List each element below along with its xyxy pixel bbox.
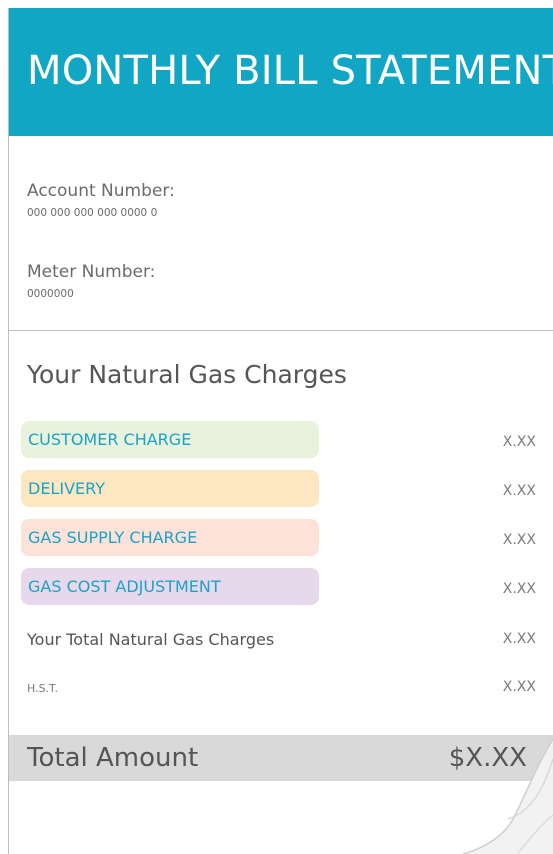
- meter-number-label: Meter Number:: [27, 262, 156, 282]
- account-number-label: Account Number:: [27, 181, 175, 201]
- charges-section-title: Your Natural Gas Charges: [27, 360, 347, 389]
- total-amount-bar: Total Amount $X.XX: [9, 735, 553, 781]
- bill-page: MONTHLY BILL STATEMENT Account Number: 0…: [0, 0, 553, 854]
- hst-label: H.S.T.: [27, 682, 58, 695]
- bill-sheet: MONTHLY BILL STATEMENT Account Number: 0…: [8, 8, 553, 854]
- gas-cost-adjustment-amount: X.XX: [502, 581, 536, 597]
- statement-title: MONTHLY BILL STATEMENT: [27, 48, 553, 94]
- section-divider: [9, 330, 553, 331]
- gas-supply-charge-amount: X.XX: [502, 532, 536, 548]
- total-natural-gas-charges-amount: X.XX: [502, 631, 536, 647]
- meter-number-value: 0000000: [27, 288, 74, 300]
- total-amount-label: Total Amount: [27, 743, 199, 773]
- delivery-amount: X.XX: [502, 483, 536, 499]
- statement-header: MONTHLY BILL STATEMENT: [9, 8, 553, 136]
- account-number-value: 000 000 000 000 0000 0: [27, 207, 158, 219]
- customer-charge-amount: X.XX: [502, 434, 536, 450]
- hst-amount: X.XX: [502, 679, 536, 695]
- total-amount-value: $X.XX: [448, 743, 527, 773]
- total-natural-gas-charges-label: Your Total Natural Gas Charges: [27, 630, 275, 649]
- gas-cost-adjustment-label: GAS COST ADJUSTMENT: [21, 568, 319, 605]
- gas-supply-charge-label: GAS SUPPLY CHARGE: [21, 519, 319, 556]
- delivery-label: DELIVERY: [21, 470, 319, 507]
- customer-charge-label: CUSTOMER CHARGE: [21, 421, 319, 458]
